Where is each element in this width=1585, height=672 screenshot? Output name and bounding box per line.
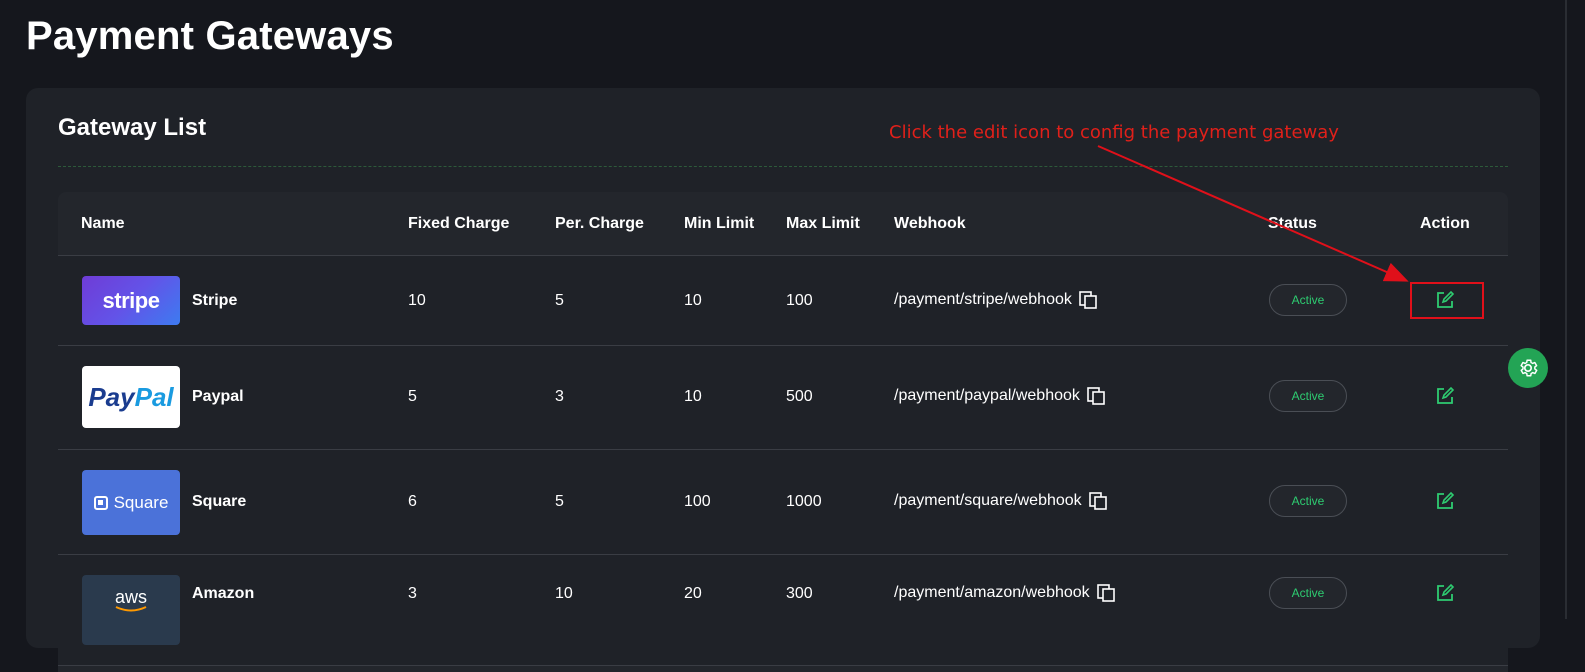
gear-icon [1520, 359, 1538, 377]
per-charge: 3 [555, 388, 564, 405]
annotation-highlight-box [1410, 282, 1484, 319]
webhook-url: /payment/amazon/webhook [894, 584, 1090, 602]
fixed-charge: 10 [408, 292, 426, 309]
min-limit: 20 [684, 585, 702, 602]
header-min-limit: Min Limit [684, 215, 755, 232]
status-badge: Active [1269, 380, 1347, 412]
copy-icon[interactable] [1078, 290, 1098, 310]
copy-icon[interactable] [1086, 386, 1106, 406]
aws-logo: aws [82, 575, 180, 645]
stripe-logo: stripe [82, 276, 180, 325]
webhook-url: /payment/square/webhook [894, 492, 1082, 510]
edit-icon[interactable] [1434, 490, 1456, 512]
webhook-cell: /payment/stripe/webhook [894, 290, 1098, 310]
status-badge: Active [1269, 577, 1347, 609]
max-limit: 100 [786, 292, 813, 309]
card-title: Gateway List [58, 114, 207, 141]
per-charge: 10 [555, 585, 573, 602]
paypal-logo: Pay Pal [82, 366, 180, 428]
header-action: Action [1420, 215, 1470, 232]
table-header: Name Fixed Charge Per. Charge Min Limit … [58, 192, 1508, 256]
webhook-cell: /payment/square/webhook [894, 491, 1108, 511]
status-badge: Active [1269, 485, 1347, 517]
per-charge: 5 [555, 292, 564, 309]
min-limit: 10 [684, 292, 702, 309]
aws-smile-icon [115, 606, 147, 612]
table-row: Square Square 6 5 100 1000 /payment/squa… [58, 450, 1508, 555]
edit-icon[interactable] [1434, 582, 1456, 604]
divider [58, 166, 1508, 167]
table-row: aws Amazon 3 10 20 300 /payment/amazon/w… [58, 555, 1508, 666]
header-max-limit: Max Limit [786, 215, 860, 232]
fixed-charge: 6 [408, 493, 417, 510]
gateway-name: Paypal [192, 388, 244, 405]
copy-icon[interactable] [1096, 583, 1116, 603]
header-status: Status [1268, 215, 1317, 232]
min-limit: 10 [684, 388, 702, 405]
min-limit: 100 [684, 493, 711, 510]
fixed-charge: 3 [408, 585, 417, 602]
gateway-name: Amazon [192, 585, 255, 602]
header-fixed-charge: Fixed Charge [408, 215, 510, 232]
header-name: Name [81, 215, 125, 232]
edit-icon[interactable] [1434, 385, 1456, 407]
gateway-list-card: Gateway List Name Fixed Charge Per. Char… [26, 88, 1540, 672]
annotation-text: Click the edit icon to config the paymen… [889, 122, 1339, 143]
fixed-charge: 5 [408, 388, 417, 405]
header-webhook: Webhook [894, 215, 966, 232]
page-title: Payment Gateways [26, 14, 394, 58]
gateway-name: Square [192, 493, 247, 510]
copy-icon[interactable] [1088, 491, 1108, 511]
gateway-name: Stripe [192, 292, 238, 309]
scrollbar[interactable] [1565, 0, 1567, 619]
max-limit: 300 [786, 585, 813, 602]
table-row: Pay Pal Paypal 5 3 10 500 /payment/paypal… [58, 346, 1508, 450]
webhook-cell: /payment/amazon/webhook [894, 583, 1116, 603]
table-row: stripe Stripe 10 5 10 100 /payment/strip… [58, 256, 1508, 346]
webhook-url: /payment/stripe/webhook [894, 291, 1072, 309]
settings-button[interactable] [1508, 348, 1548, 388]
status-badge: Active [1269, 284, 1347, 316]
gateway-table: Name Fixed Charge Per. Charge Min Limit … [58, 192, 1508, 672]
webhook-cell: /payment/paypal/webhook [894, 386, 1106, 406]
square-icon [93, 495, 108, 510]
header-per-charge: Per. Charge [555, 215, 644, 232]
webhook-url: /payment/paypal/webhook [894, 387, 1080, 405]
square-logo: Square [82, 470, 180, 535]
max-limit: 500 [786, 388, 813, 405]
max-limit: 1000 [786, 493, 822, 510]
per-charge: 5 [555, 493, 564, 510]
